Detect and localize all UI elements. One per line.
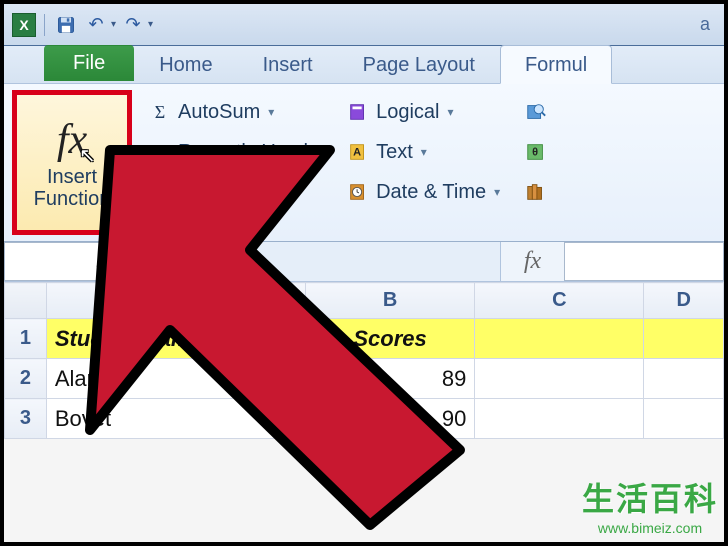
function-library-col1: Σ AutoSum ▾ ★ Recently Used ▾ [140, 90, 330, 235]
cell[interactable]: Alan [46, 359, 305, 399]
autosum-button[interactable]: Σ AutoSum ▾ [140, 94, 330, 130]
cell[interactable]: Student Name [46, 319, 305, 359]
formula-bar-row: B9 fx [4, 242, 724, 282]
fx-label-icon[interactable]: fx [500, 242, 564, 281]
logical-button[interactable]: Logical ▾ [338, 94, 508, 130]
watermark: 生活百科 www.bimeiz.com [582, 474, 718, 536]
cell[interactable]: Bovet [46, 399, 305, 439]
tab-formulas[interactable]: Formul [500, 45, 612, 84]
financial-button[interactable] [140, 174, 330, 210]
book-icon [148, 180, 172, 204]
star-icon: ★ [148, 140, 172, 164]
magnifier-icon [524, 100, 548, 124]
column-header[interactable]: C [475, 283, 644, 319]
fbar-gap [214, 242, 500, 281]
tab-file[interactable]: File [44, 45, 134, 81]
ribbon-tabs: File Home Insert Page Layout Formul [4, 46, 724, 84]
spreadsheet-grid: A B C D 1 Student Name Scores 2 Alan 89 … [4, 282, 724, 439]
recently-used-button[interactable]: ★ Recently Used ▾ [140, 134, 330, 170]
tab-insert[interactable]: Insert [238, 45, 338, 83]
undo-button[interactable]: ↶ [83, 12, 109, 38]
lookup-button[interactable] [516, 94, 556, 130]
text-a-icon: A [346, 140, 370, 164]
watermark-url: www.bimeiz.com [582, 520, 718, 536]
more-functions-button[interactable] [516, 174, 556, 210]
cell[interactable] [644, 359, 724, 399]
insert-function-button[interactable]: fx InsertFunction ↖ [12, 90, 132, 235]
text-button[interactable]: A Text ▾ [338, 134, 508, 170]
clock-icon [346, 180, 370, 204]
titlebar-text: a [700, 14, 716, 35]
function-library-col3: θ [516, 90, 556, 235]
tab-page-layout[interactable]: Page Layout [338, 45, 500, 83]
date-time-label: Date & Time [376, 181, 486, 204]
books-icon [524, 180, 548, 204]
undo-dropdown-arrow-icon[interactable]: ▾ [111, 19, 116, 30]
cell[interactable] [644, 399, 724, 439]
cell[interactable]: Scores [305, 319, 475, 359]
select-all-corner[interactable] [5, 283, 47, 319]
dropdown-arrow-icon: ▾ [316, 145, 322, 159]
ribbon-content: fx InsertFunction ↖ Σ AutoSum ▾ ★ Recent… [4, 84, 724, 242]
column-header[interactable]: B [305, 283, 475, 319]
sigma-icon: Σ [148, 100, 172, 124]
qat-divider [44, 14, 45, 36]
quick-access-toolbar: X ↶ ▾ ↷ ▾ a [4, 4, 724, 46]
math-trig-button[interactable]: θ [516, 134, 556, 170]
tab-home[interactable]: Home [134, 45, 237, 83]
fx-icon: fx [57, 116, 87, 164]
cell[interactable] [475, 319, 644, 359]
column-header[interactable]: D [644, 283, 724, 319]
cell[interactable]: 89 [305, 359, 475, 399]
svg-text:A: A [353, 147, 361, 159]
row-header[interactable]: 2 [5, 359, 47, 399]
date-time-button[interactable]: Date & Time ▾ [338, 174, 508, 210]
theta-icon: θ [524, 140, 548, 164]
dropdown-arrow-icon: ▾ [494, 185, 500, 199]
logical-label: Logical [376, 101, 439, 124]
recently-used-label: Recently Used [178, 141, 308, 164]
dropdown-arrow-icon: ▾ [421, 145, 427, 159]
column-header[interactable]: A [46, 283, 305, 319]
insert-function-label: InsertFunction [34, 166, 111, 210]
formula-input[interactable] [564, 242, 724, 281]
row-header[interactable]: 1 [5, 319, 47, 359]
book-icon [346, 100, 370, 124]
cell[interactable]: 90 [305, 399, 475, 439]
app-window: X ↶ ▾ ↷ ▾ a File Home Insert Page Layout… [0, 0, 728, 546]
save-button[interactable] [53, 12, 79, 38]
autosum-label: AutoSum [178, 101, 260, 124]
cell[interactable] [475, 359, 644, 399]
cell[interactable] [644, 319, 724, 359]
text-label: Text [376, 141, 413, 164]
svg-text:θ: θ [532, 147, 538, 159]
function-library-col2: Logical ▾ A Text ▾ Date & Time ▾ [338, 90, 508, 235]
watermark-text: 生活百科 [582, 474, 718, 520]
dropdown-arrow-icon: ▾ [268, 105, 274, 119]
excel-logo-icon: X [12, 13, 36, 37]
name-box[interactable]: B9 [4, 242, 214, 281]
redo-dropdown-arrow-icon[interactable]: ▾ [148, 19, 153, 30]
row-header[interactable]: 3 [5, 399, 47, 439]
cell[interactable] [475, 399, 644, 439]
redo-button[interactable]: ↷ [120, 12, 146, 38]
dropdown-arrow-icon: ▾ [447, 105, 453, 119]
